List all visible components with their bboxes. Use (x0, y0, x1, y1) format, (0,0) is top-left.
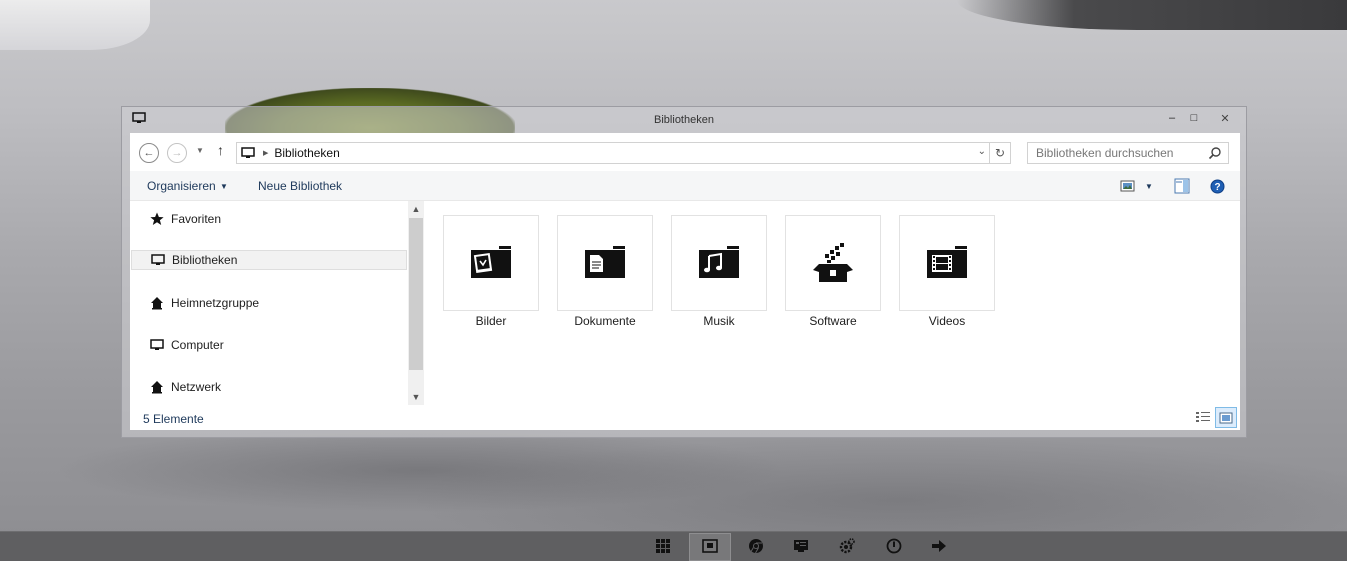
organize-menu[interactable]: Organisieren (147, 179, 216, 193)
library-item-bilder[interactable]: Bilder (443, 215, 539, 328)
library-tile[interactable] (899, 215, 995, 311)
taskbar-control-panel-button[interactable] (780, 533, 822, 561)
computer-icon (241, 147, 255, 159)
view-options-dropdown[interactable]: ▼ (1145, 182, 1153, 191)
recent-locations-button[interactable]: ▼ (196, 146, 204, 155)
computer-icon (149, 339, 165, 351)
taskbar-arrow-button[interactable] (918, 533, 960, 561)
command-bar: Organisieren ▼ Neue Bibliothek ▼ ? (130, 171, 1240, 201)
library-item-videos[interactable]: Videos (899, 215, 995, 328)
chevron-down-icon[interactable]: ▼ (220, 182, 228, 191)
refresh-button[interactable]: ↻ (989, 143, 1010, 163)
explorer-icon (702, 538, 718, 556)
taskbar-start-button[interactable] (642, 533, 684, 561)
details-view-icon[interactable] (1195, 410, 1211, 427)
nav-item-label: Heimnetzgruppe (171, 296, 260, 310)
forward-button[interactable]: → (167, 143, 187, 163)
wallpaper-rocks (957, 0, 1347, 30)
library-label[interactable]: Videos (899, 314, 995, 328)
chrome-icon (748, 538, 764, 557)
documents-library-icon (583, 244, 627, 283)
library-item-software[interactable]: Software (785, 215, 881, 328)
back-button[interactable]: ← (139, 143, 159, 163)
taskbar-power-button[interactable] (873, 533, 915, 561)
pictures-library-icon (469, 244, 513, 283)
scroll-thumb[interactable] (409, 218, 423, 370)
nav-item-favoriten[interactable]: Favoriten (131, 209, 407, 229)
status-bar: 5 Elemente (130, 406, 1240, 430)
search-icon[interactable] (1208, 146, 1222, 163)
address-bar[interactable]: ▶ Bibliotheken ⌄ ↻ (236, 142, 1011, 164)
nav-item-label: Computer (171, 338, 224, 352)
taskbar-explorer-button[interactable] (689, 533, 731, 561)
software-library-icon (811, 240, 855, 287)
library-list: Bilder Dokumente Musik Software Videos (433, 201, 1233, 405)
library-tile[interactable] (557, 215, 653, 311)
library-tile[interactable] (785, 215, 881, 311)
large-icons-view-icon[interactable] (1215, 407, 1237, 428)
scroll-up-button[interactable]: ▲ (408, 201, 424, 217)
change-view-icon[interactable] (1120, 180, 1136, 195)
window-title: Bibliotheken (654, 114, 714, 126)
library-tile[interactable] (443, 215, 539, 311)
nav-item-netzwerk[interactable]: Netzwerk (131, 377, 407, 397)
control-panel-icon (793, 539, 809, 556)
videos-library-icon (925, 244, 969, 283)
navigation-pane: Favoriten Bibliotheken Heimnetzgruppe Co… (130, 201, 424, 405)
search-input[interactable]: Bibliotheken durchsuchen (1027, 142, 1229, 164)
start-grid-icon (656, 538, 670, 556)
explorer-window: Bibliotheken – □ ✕ ← → ▼ ↑ ▶ Bibliotheke… (121, 106, 1247, 438)
library-item-dokumente[interactable]: Dokumente (557, 215, 653, 328)
nav-scrollbar[interactable]: ▲ ▼ (408, 201, 424, 405)
item-count: 5 Elemente (143, 412, 204, 426)
library-label[interactable]: Dokumente (557, 314, 653, 328)
window-client: ← → ▼ ↑ ▶ Bibliotheken ⌄ ↻ Bibliotheken … (130, 133, 1240, 430)
address-dropdown-button[interactable]: ⌄ (978, 146, 986, 157)
nav-item-bibliotheken[interactable]: Bibliotheken (131, 250, 407, 270)
library-label[interactable]: Bilder (443, 314, 539, 328)
wallpaper-waterfall (0, 0, 150, 50)
nav-item-label: Bibliotheken (172, 253, 238, 267)
library-label[interactable]: Musik (671, 314, 767, 328)
music-library-icon (697, 244, 741, 283)
new-library-button[interactable]: Neue Bibliothek (258, 179, 342, 193)
title-bar[interactable]: Bibliotheken – □ ✕ (122, 107, 1246, 133)
library-label[interactable]: Software (785, 314, 881, 328)
nav-item-label: Netzwerk (171, 380, 222, 394)
nav-item-computer[interactable]: Computer (131, 335, 407, 355)
homegroup-icon (149, 296, 165, 310)
up-button[interactable]: ↑ (217, 142, 224, 158)
minimize-button[interactable]: – (1160, 109, 1184, 127)
close-button[interactable]: ✕ (1210, 109, 1240, 127)
svg-text:?: ? (1214, 182, 1220, 193)
preview-pane-icon[interactable] (1174, 178, 1190, 197)
nav-item-heimnetzgruppe[interactable]: Heimnetzgruppe (131, 293, 407, 313)
help-icon[interactable]: ? (1210, 179, 1225, 197)
settings-icon (839, 537, 855, 557)
search-placeholder: Bibliotheken durchsuchen (1036, 146, 1174, 160)
star-icon (149, 212, 165, 226)
library-tile[interactable] (671, 215, 767, 311)
taskbar-settings-button[interactable] (826, 533, 868, 561)
taskbar (0, 531, 1347, 561)
breadcrumb-separator-icon[interactable]: ▶ (263, 149, 268, 157)
computer-icon (150, 254, 166, 266)
maximize-button[interactable]: □ (1182, 109, 1206, 127)
arrow-right-icon (931, 539, 947, 556)
taskbar-chrome-button[interactable] (735, 533, 777, 561)
nav-item-label: Favoriten (171, 212, 222, 226)
scroll-down-button[interactable]: ▼ (408, 389, 424, 405)
breadcrumb-bibliotheken[interactable]: Bibliotheken (274, 146, 339, 160)
network-icon (149, 380, 165, 394)
library-item-musik[interactable]: Musik (671, 215, 767, 328)
power-icon (886, 538, 902, 557)
